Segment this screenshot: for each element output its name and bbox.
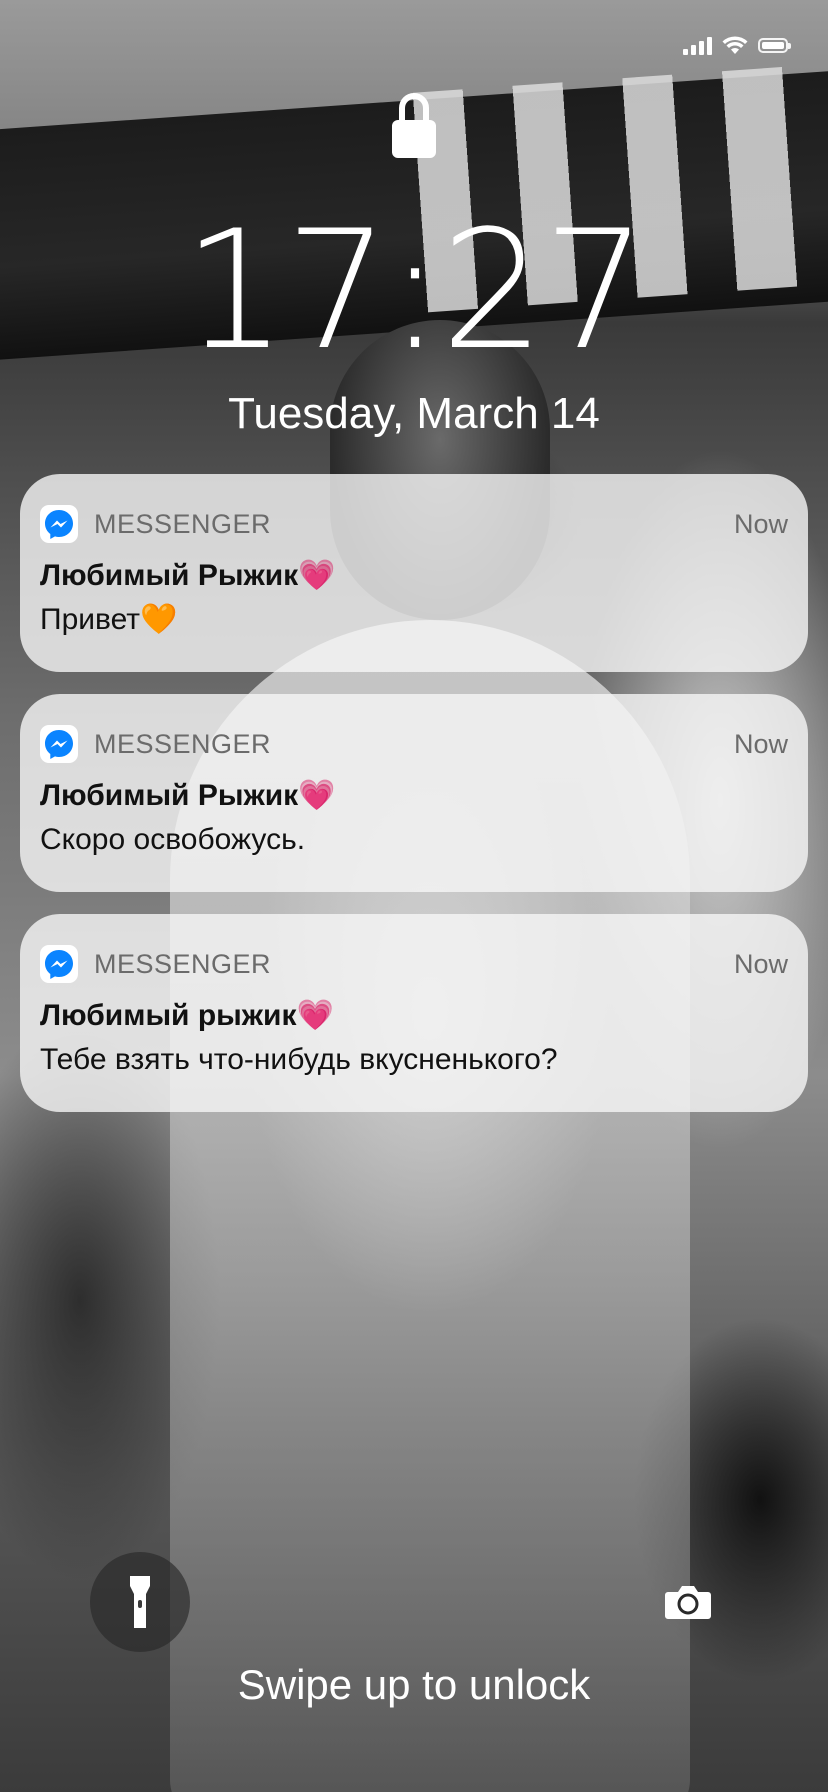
- notification-title: Любимый Рыжик💗: [40, 556, 788, 596]
- notification-title: Любимый Рыжик💗: [40, 776, 788, 816]
- date-label: Tuesday, March 14: [228, 389, 600, 438]
- notification-sender: Любимый рыжик: [40, 999, 297, 1032]
- notification-header: MESSENGER Now: [40, 502, 788, 546]
- wifi-icon: [722, 36, 748, 54]
- notification-app-name: MESSENGER: [94, 948, 272, 979]
- notification-sender: Любимый Рыжик: [40, 559, 299, 592]
- messenger-app-icon: [40, 725, 78, 763]
- notification-message: Привет🧡: [40, 600, 788, 640]
- notification-app-name: MESSENGER: [94, 508, 272, 539]
- notification-header: MESSENGER Now: [40, 722, 788, 766]
- camera-button[interactable]: [638, 1552, 738, 1652]
- notification-sender: Любимый Рыжик: [40, 779, 299, 812]
- notification-message-text: Привет: [40, 603, 141, 636]
- status-bar: [683, 28, 791, 62]
- signal-icon: [683, 35, 712, 55]
- notification-message-text: Тебе взять что-нибудь вкусненького?: [40, 1043, 558, 1076]
- messenger-app-icon: [40, 505, 78, 543]
- battery-icon: [758, 37, 791, 53]
- notification-message-text: Скоро освобожусь.: [40, 823, 306, 856]
- notification-time: Now: [733, 948, 788, 979]
- orange-heart-emoji-icon: 🧡: [140, 603, 178, 636]
- notification-time: Now: [733, 728, 788, 759]
- flashlight-button[interactable]: [90, 1552, 190, 1652]
- flashlight-icon: [130, 1576, 150, 1628]
- notification-title: Любимый рыжик💗: [40, 996, 788, 1036]
- notification-message: Скоро освобожусь.: [40, 820, 788, 860]
- camera-icon: [665, 1586, 711, 1619]
- notification-card[interactable]: MESSENGER Now Любимый Рыжик💗 Скоро освоб…: [20, 694, 808, 892]
- notification-header: MESSENGER Now: [40, 942, 788, 986]
- notification-time: Now: [733, 508, 788, 539]
- clock-time: 17:27: [182, 195, 648, 386]
- swipe-to-unlock-label: Swipe up to unlock: [237, 1661, 591, 1708]
- notification-message: Тебе взять что-нибудь вкусненького?: [40, 1040, 788, 1080]
- messenger-app-icon: [40, 945, 78, 983]
- lock-icon: [392, 93, 436, 158]
- notification-app-name: MESSENGER: [94, 728, 272, 759]
- notification-card[interactable]: MESSENGER Now Любимый Рыжик💗 Привет🧡: [20, 474, 808, 672]
- heart-emoji-icon: 💗: [298, 559, 336, 592]
- heart-emoji-icon: 💗: [298, 779, 336, 812]
- heart-emoji-icon: 💗: [296, 999, 334, 1032]
- notification-card[interactable]: MESSENGER Now Любимый рыжик💗 Тебе взять …: [20, 914, 808, 1112]
